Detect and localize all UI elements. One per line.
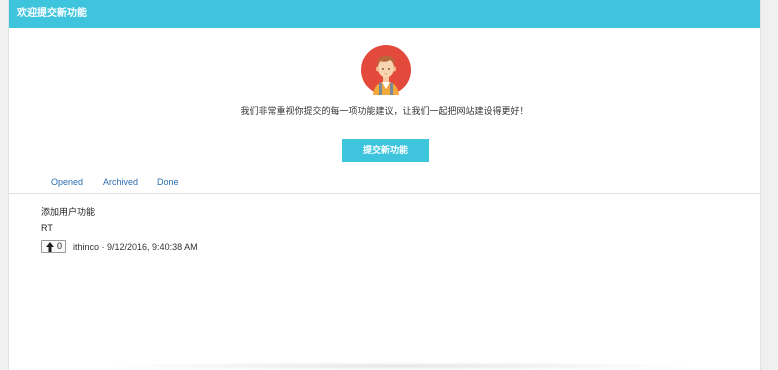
panel-title: 欢迎提交新功能: [17, 8, 87, 19]
feature-meta: ithinco · 9/12/2016, 9:40:38 AM: [73, 242, 198, 252]
feature-title[interactable]: 添加用户功能: [41, 206, 95, 218]
submit-feature-button[interactable]: 提交新功能: [342, 139, 429, 162]
panel-header: 欢迎提交新功能: [9, 0, 760, 28]
tab-done[interactable]: Done: [157, 176, 179, 188]
footer-shadow: [99, 362, 699, 370]
feature-description: RT: [41, 223, 53, 233]
feature-request-panel: 欢迎提交新功能 我们非常重视你提交的每一项功能建议，让我们一起把网站建设得更好！: [8, 0, 761, 370]
arrow-up-icon: [46, 242, 54, 252]
tab-archived[interactable]: Archived: [103, 176, 138, 188]
vote-count: 0: [57, 241, 63, 251]
user-avatar-icon: [361, 45, 411, 95]
status-tabs: Opened Archived Done: [9, 170, 760, 194]
welcome-message: 我们非常重视你提交的每一项功能建议，让我们一起把网站建设得更好！: [240, 106, 529, 116]
tab-opened[interactable]: Opened: [51, 176, 83, 188]
upvote-button[interactable]: 0: [41, 240, 66, 253]
